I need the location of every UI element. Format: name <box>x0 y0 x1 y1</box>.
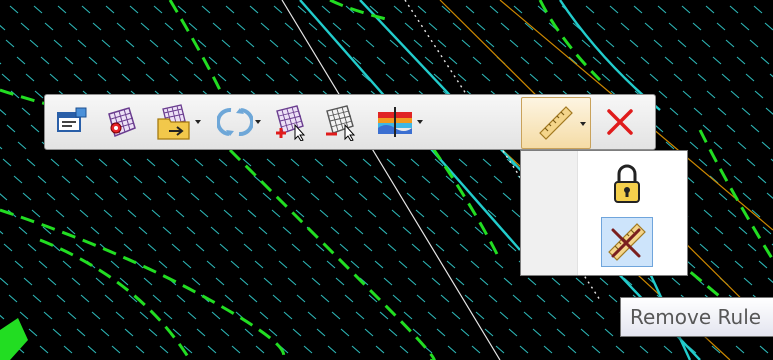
mesh-folder-icon <box>157 104 190 140</box>
lock-rule-item[interactable] <box>579 157 687 209</box>
remove-from-mesh-button[interactable] <box>317 101 363 143</box>
mesh-add-icon <box>276 105 306 141</box>
remove-ruler-icon <box>608 223 646 261</box>
lock-icon <box>614 164 640 203</box>
chevron-down-icon[interactable] <box>580 122 586 126</box>
remove-rule-item[interactable] <box>579 215 687 267</box>
properties-button[interactable] <box>51 101 95 143</box>
chevron-down-icon[interactable] <box>255 120 261 124</box>
rule-dropdown-menu <box>520 150 688 276</box>
rule-button[interactable] <box>521 97 591 149</box>
profile-button[interactable] <box>367 101 425 143</box>
chevron-down-icon[interactable] <box>195 120 201 124</box>
chevron-down-icon[interactable] <box>417 120 423 124</box>
add-to-mesh-button[interactable] <box>267 101 313 143</box>
mesh-select-button[interactable] <box>99 101 143 143</box>
profile-icon <box>378 107 412 137</box>
refresh-icon <box>217 107 253 137</box>
close-icon <box>607 109 633 135</box>
close-button[interactable] <box>597 101 643 143</box>
mesh-remove-icon <box>326 105 356 141</box>
mesh-import-button[interactable] <box>147 101 203 143</box>
refresh-button[interactable] <box>207 101 263 143</box>
menu-icon-gutter <box>521 151 578 275</box>
properties-icon <box>57 107 87 132</box>
tooltip: Remove Rule <box>620 297 773 337</box>
mesh-select-icon <box>108 107 136 138</box>
mesh-toolbar <box>44 94 656 150</box>
green-region <box>0 318 28 360</box>
cad-viewport[interactable]: Remove Rule <box>0 0 773 360</box>
ruler-icon <box>539 106 573 140</box>
